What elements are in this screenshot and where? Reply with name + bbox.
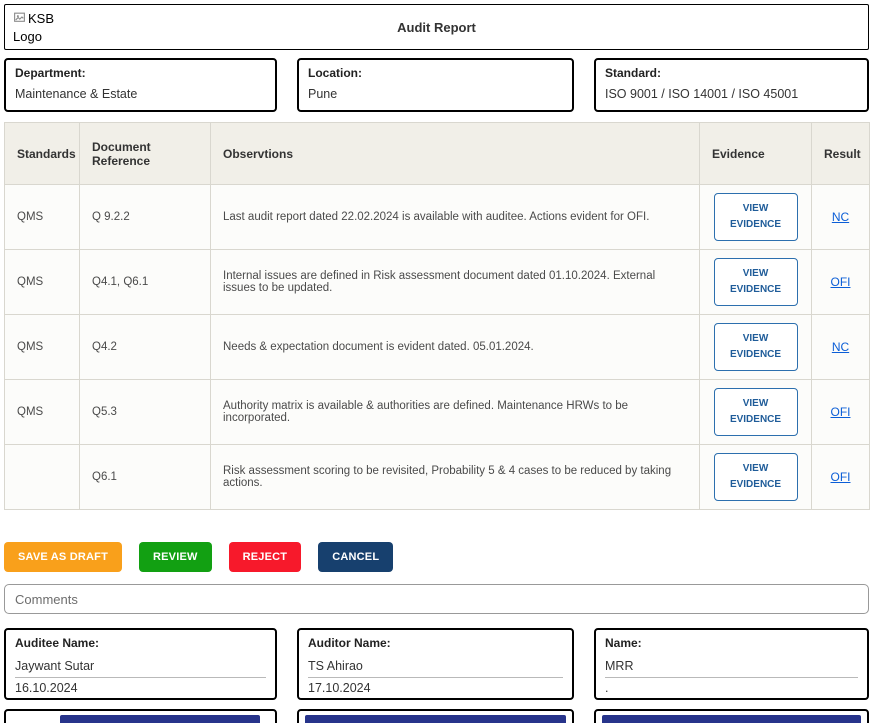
review-button[interactable]: REVIEW (139, 542, 212, 572)
department-label: Department: (15, 66, 266, 80)
table-row: Q6.1 Risk assessment scoring to be revis… (5, 445, 870, 510)
table-row: QMS Q4.2 Needs & expectation document is… (5, 315, 870, 380)
page-title: Audit Report (397, 20, 476, 35)
cancel-button[interactable]: CANCEL (318, 542, 393, 572)
col-header-observations: Observtions (211, 123, 700, 185)
cell-observation: Authority matrix is available & authorit… (211, 380, 700, 445)
mrr-signature-box (594, 709, 869, 723)
comments-input[interactable] (4, 584, 869, 614)
reject-button[interactable]: REJECT (229, 542, 302, 572)
signature-bar[interactable] (60, 715, 260, 723)
view-evidence-button[interactable]: VIEW EVIDENCE (714, 323, 798, 371)
cell-standard: QMS (5, 315, 80, 380)
auditee-signoff-box: Auditee Name: Jaywant Sutar 16.10.2024 (4, 628, 277, 700)
auditee-name-value[interactable]: Jaywant Sutar (15, 659, 266, 678)
view-evidence-button[interactable]: VIEW EVIDENCE (714, 258, 798, 306)
auditor-signature-box (297, 709, 574, 723)
result-link[interactable]: OFI (831, 470, 851, 484)
ksb-logo-broken-image: KSB Logo (13, 10, 59, 54)
location-label: Location: (308, 66, 563, 80)
name-signoff-box: Name: MRR . (594, 628, 869, 700)
signature-bar[interactable] (305, 715, 566, 723)
standard-value[interactable]: ISO 9001 / ISO 14001 / ISO 45001 (605, 87, 858, 101)
auditor-date-value[interactable]: 17.10.2024 (308, 681, 563, 699)
cell-doc-reference: Q4.1, Q6.1 (80, 250, 211, 315)
report-header: KSB Logo Audit Report (4, 4, 869, 50)
broken-image-icon (13, 11, 26, 24)
cell-doc-reference: Q4.2 (80, 315, 211, 380)
auditor-name-value[interactable]: TS Ahirao (308, 659, 563, 678)
audit-observations-table: Standards Document Reference Observtions… (4, 122, 870, 510)
standard-label: Standard: (605, 66, 858, 80)
action-button-row: SAVE AS DRAFT REVIEW REJECT CANCEL (4, 542, 869, 572)
location-field: Location: Pune (297, 58, 574, 112)
auditor-signoff-box: Auditor Name: TS Ahirao 17.10.2024 (297, 628, 574, 700)
location-value[interactable]: Pune (308, 87, 563, 101)
name-label: Name: (605, 636, 858, 650)
department-value[interactable]: Maintenance & Estate (15, 87, 266, 101)
save-as-draft-button[interactable]: SAVE AS DRAFT (4, 542, 122, 572)
auditee-signature-box (4, 709, 277, 723)
signoff-row: Auditee Name: Jaywant Sutar 16.10.2024 A… (4, 628, 869, 700)
signature-row (4, 709, 869, 723)
table-row: QMS Q4.1, Q6.1 Internal issues are defin… (5, 250, 870, 315)
cell-observation: Last audit report dated 22.02.2024 is av… (211, 185, 700, 250)
cell-observation: Needs & expectation document is evident … (211, 315, 700, 380)
cell-standard: QMS (5, 380, 80, 445)
col-header-document-reference: Document Reference (80, 123, 211, 185)
auditee-name-label: Auditee Name: (15, 636, 266, 650)
cell-standard: QMS (5, 250, 80, 315)
cell-standard: QMS (5, 185, 80, 250)
department-field: Department: Maintenance & Estate (4, 58, 277, 112)
cell-doc-reference: Q6.1 (80, 445, 211, 510)
cell-doc-reference: Q5.3 (80, 380, 211, 445)
table-header-row: Standards Document Reference Observtions… (5, 123, 870, 185)
table-row: QMS Q5.3 Authority matrix is available &… (5, 380, 870, 445)
audit-report-page: KSB Logo Audit Report Department: Mainte… (0, 0, 873, 723)
auditor-name-label: Auditor Name: (308, 636, 563, 650)
result-link[interactable]: NC (832, 210, 849, 224)
cell-observation: Risk assessment scoring to be revisited,… (211, 445, 700, 510)
auditee-date-value[interactable]: 16.10.2024 (15, 681, 266, 699)
result-link[interactable]: OFI (831, 405, 851, 419)
result-link[interactable]: NC (832, 340, 849, 354)
col-header-standards: Standards (5, 123, 80, 185)
view-evidence-button[interactable]: VIEW EVIDENCE (714, 388, 798, 436)
table-row: QMS Q 9.2.2 Last audit report dated 22.0… (5, 185, 870, 250)
view-evidence-button[interactable]: VIEW EVIDENCE (714, 193, 798, 241)
result-link[interactable]: OFI (831, 275, 851, 289)
cell-observation: Internal issues are defined in Risk asse… (211, 250, 700, 315)
name-value[interactable]: MRR (605, 659, 858, 678)
cell-doc-reference: Q 9.2.2 (80, 185, 211, 250)
standard-field: Standard: ISO 9001 / ISO 14001 / ISO 450… (594, 58, 869, 112)
signature-bar[interactable] (602, 715, 861, 723)
cell-standard (5, 445, 80, 510)
view-evidence-button[interactable]: VIEW EVIDENCE (714, 453, 798, 501)
name-date-value[interactable]: . (605, 681, 858, 699)
col-header-result: Result (812, 123, 870, 185)
col-header-evidence: Evidence (700, 123, 812, 185)
info-row: Department: Maintenance & Estate Locatio… (4, 58, 869, 112)
